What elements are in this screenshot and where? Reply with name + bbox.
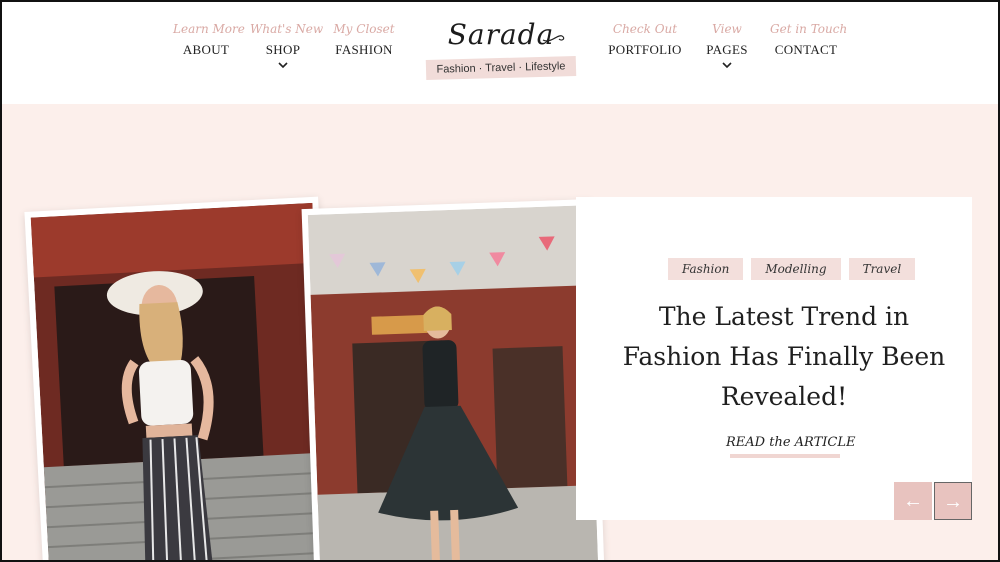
- tag-modelling[interactable]: Modelling: [751, 258, 841, 280]
- nav-contact[interactable]: Get in Touch CONTACT: [770, 22, 848, 58]
- tag-fashion[interactable]: Fashion: [668, 258, 744, 280]
- nav-fashion[interactable]: My Closet FASHION: [331, 22, 397, 58]
- nav-pages[interactable]: View PAGES: [700, 22, 754, 69]
- featured-article-card: Fashion Modelling Travel The Latest Tren…: [576, 197, 972, 520]
- nav-contact-label: CONTACT: [774, 42, 838, 57]
- hero-photo-woman-skirt[interactable]: [301, 199, 605, 562]
- nav-about[interactable]: Learn More ABOUT: [173, 22, 245, 58]
- nav-shop[interactable]: What's New SHOP: [250, 22, 324, 69]
- site-header: Learn More ABOUT What's New SHOP My Clos…: [0, 0, 1000, 104]
- nav-portfolio-label: PORTFOLIO: [608, 42, 682, 57]
- article-tags: Fashion Modelling Travel: [668, 258, 916, 280]
- hero-photo-woman-hat[interactable]: [24, 196, 338, 562]
- arrow-right-icon: →: [943, 491, 963, 513]
- nav-shop-subtitle: What's New: [250, 22, 324, 36]
- read-link-underline: [730, 454, 840, 458]
- slider-prev-button[interactable]: ←: [894, 482, 932, 520]
- photo-woman-hat-image: [30, 202, 332, 562]
- swash-icon: [542, 35, 565, 42]
- slider-next-button[interactable]: →: [934, 482, 972, 520]
- photo-woman-skirt-image: [307, 205, 599, 562]
- arrow-left-icon: ←: [903, 490, 923, 512]
- chevron-down-icon: [722, 62, 732, 69]
- nav-pages-label: PAGES: [706, 42, 748, 57]
- nav-pages-subtitle: View: [712, 22, 742, 36]
- logo-tagline: Fashion · Travel · Lifestyle: [425, 56, 577, 80]
- nav-shop-label: SHOP: [265, 42, 301, 57]
- nav-about-subtitle: Learn More: [173, 22, 245, 36]
- nav-contact-subtitle: Get in Touch: [770, 22, 848, 36]
- nav-portfolio[interactable]: Check Out PORTFOLIO: [608, 22, 682, 58]
- tag-travel[interactable]: Travel: [848, 258, 916, 280]
- nav-portfolio-subtitle: Check Out: [612, 22, 678, 36]
- site-logo[interactable]: Sarada Fashion · Travel · Lifestyle: [425, 18, 577, 80]
- article-headline[interactable]: The Latest Trend in Fashion Has Finally …: [616, 297, 952, 417]
- chevron-down-icon: [278, 62, 288, 69]
- nav-fashion-label: FASHION: [335, 42, 393, 57]
- read-article-link[interactable]: READ the ARTICLE: [726, 435, 855, 450]
- nav-fashion-subtitle: My Closet: [333, 22, 395, 36]
- nav-about-label: ABOUT: [182, 42, 230, 57]
